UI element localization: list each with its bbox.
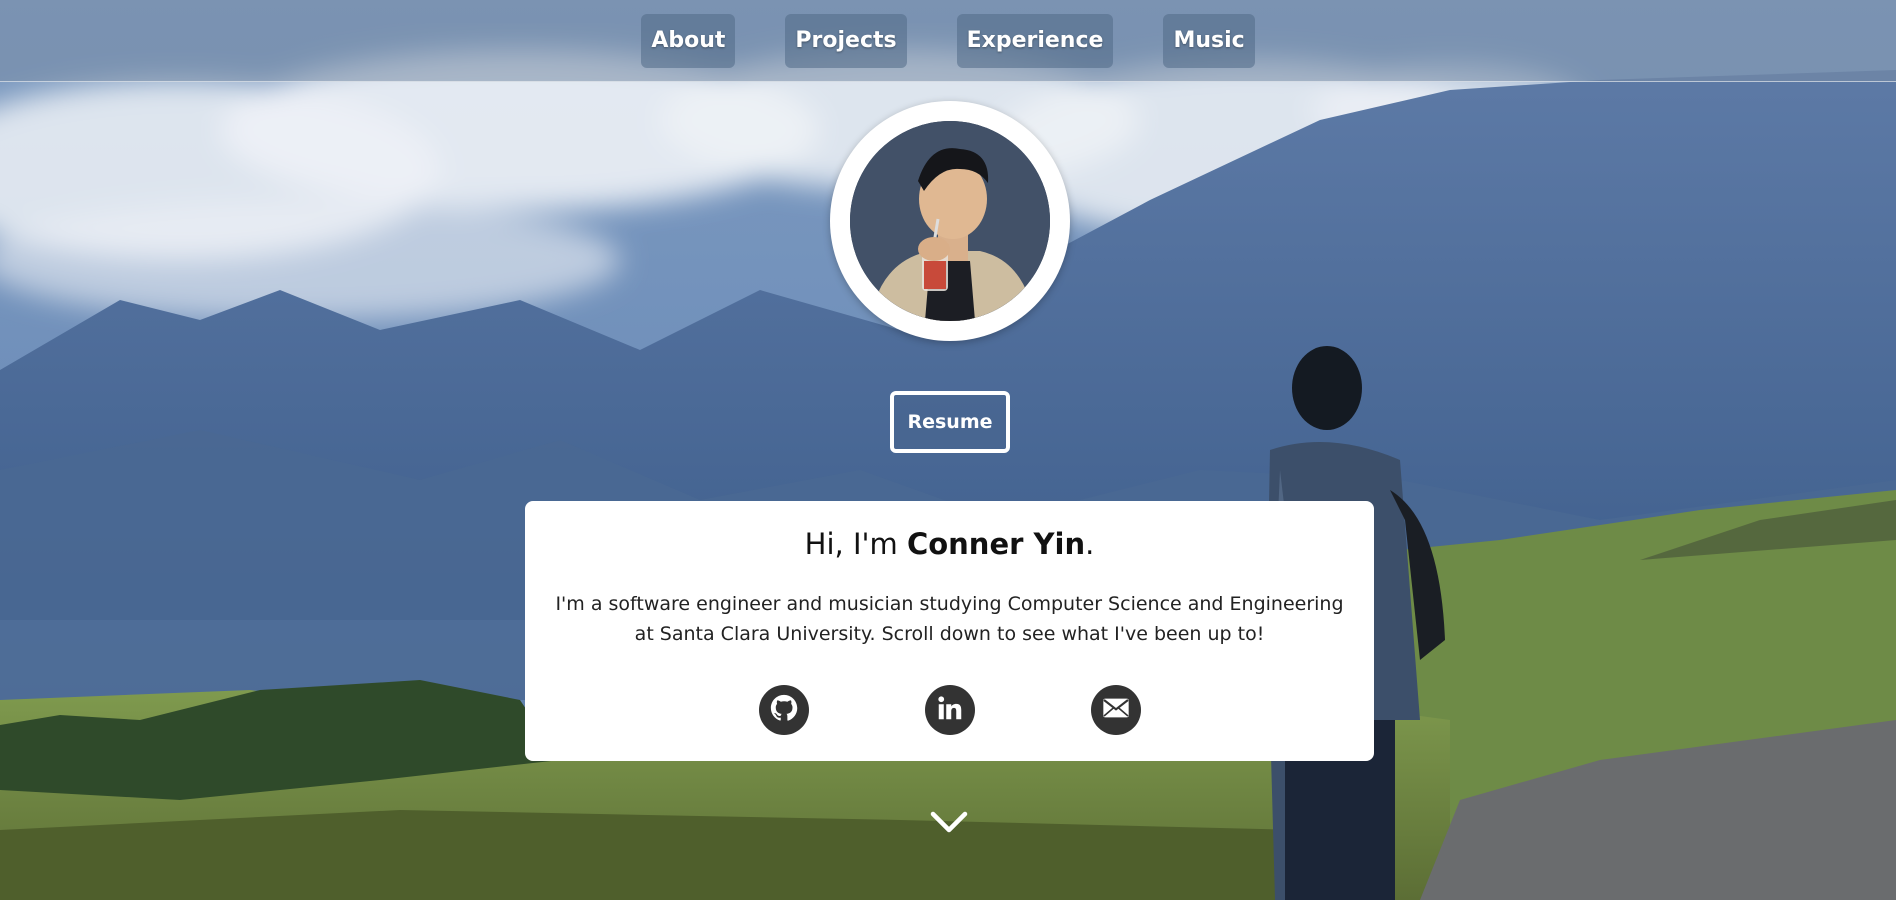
avatar [850,121,1050,321]
scroll-down-button[interactable] [929,806,969,836]
top-navbar: About Projects Experience Music [0,0,1896,82]
nav-link-about[interactable]: About [641,13,736,68]
nav-link-projects[interactable]: Projects [785,13,907,68]
nav-link-experience[interactable]: Experience [956,13,1114,68]
linkedin-link[interactable] [924,685,975,735]
avatar-frame [830,101,1070,341]
bio-text: I'm a software engineer and musician stu… [555,593,1344,645]
nav-link-music[interactable]: Music [1163,13,1255,68]
github-link[interactable] [758,685,809,735]
email-icon [1100,692,1132,728]
resume-button[interactable]: Resume [890,391,1010,453]
person-name: Conner Yin [906,527,1086,561]
greeting-prefix: Hi, I'm [804,527,898,561]
page-title: Hi, I'm Conner Yin. [525,527,1374,561]
chevron-down-icon [929,811,969,840]
github-icon [769,693,799,727]
linkedin-icon [935,693,965,727]
intro-card: Hi, I'm Conner Yin. I'm a software engin… [525,501,1374,761]
social-links [525,685,1374,735]
greeting-suffix: . [1085,527,1095,561]
email-link[interactable] [1090,685,1141,735]
